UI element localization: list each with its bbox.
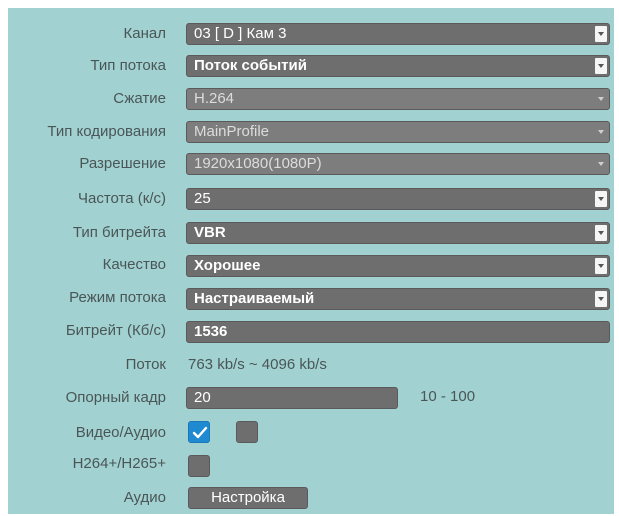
quality-select[interactable]: Хорошее (186, 255, 610, 277)
chevron-down-icon (595, 258, 607, 274)
frame-rate-value: 25 (194, 190, 211, 207)
channel-select[interactable]: 03 [ D ] Кам 3 (186, 23, 610, 45)
compression-label: Сжатие (113, 90, 166, 107)
bitrate-type-label: Тип битрейта (72, 224, 166, 241)
chevron-down-icon (595, 291, 607, 307)
compression-value: H.264 (194, 90, 235, 107)
chevron-down-icon (595, 225, 607, 241)
resolution-value: 1920x1080(1080P) (194, 155, 322, 172)
audio-settings-button[interactable]: Настройка (188, 487, 308, 509)
video-audio-label: Видео/Аудио (75, 424, 166, 441)
encoding-type-label: Тип кодирования (47, 123, 166, 140)
chevron-down-icon (595, 26, 607, 42)
stream-type-value: Поток событий (194, 57, 307, 74)
h264plus-label: H264+/H265+ (72, 455, 166, 472)
key-frame-label: Опорный кадр (65, 389, 166, 406)
h264plus-checkbox[interactable] (188, 455, 210, 477)
video-checkbox[interactable] (188, 421, 210, 443)
frame-rate-select[interactable]: 25 (186, 188, 610, 210)
stream-mode-select[interactable]: Настраиваемый (186, 288, 610, 310)
stream-label: Поток (125, 356, 166, 373)
chevron-down-icon (595, 156, 607, 172)
bitrate-value: 1536 (194, 323, 228, 340)
stream-range-text: 763 kb/s ~ 4096 kb/s (188, 356, 327, 373)
channel-label: Канал (123, 25, 166, 42)
resolution-label: Разрешение (79, 155, 166, 172)
stream-type-label: Тип потока (90, 57, 166, 74)
bitrate-type-value: VBR (194, 224, 226, 241)
chevron-down-icon (595, 58, 607, 74)
chevron-down-icon (595, 124, 607, 140)
encoding-type-select[interactable]: MainProfile (186, 121, 610, 143)
bitrate-type-select[interactable]: VBR (186, 222, 610, 244)
key-frame-range: 10 - 100 (420, 388, 476, 405)
encoding-type-value: MainProfile (194, 123, 270, 140)
compression-select[interactable]: H.264 (186, 88, 610, 110)
stream-type-select[interactable]: Поток событий (186, 55, 610, 77)
frame-rate-label: Частота (к/с) (78, 190, 166, 207)
quality-value: Хорошее (194, 257, 261, 274)
quality-label: Качество (102, 256, 166, 273)
audio-label: Аудио (123, 489, 166, 506)
stream-mode-value: Настраиваемый (194, 290, 315, 307)
bitrate-input[interactable]: 1536 (186, 321, 610, 343)
bitrate-label: Битрейт (Кб/с) (65, 322, 166, 339)
key-frame-value: 20 (194, 389, 211, 406)
key-frame-input[interactable]: 20 (186, 387, 398, 409)
channel-value: 03 [ D ] Кам 3 (194, 25, 287, 42)
audio-checkbox[interactable] (236, 421, 258, 443)
stream-mode-label: Режим потока (69, 289, 166, 306)
chevron-down-icon (595, 91, 607, 107)
chevron-down-icon (595, 191, 607, 207)
resolution-select[interactable]: 1920x1080(1080P) (186, 153, 610, 175)
checkmark-icon (192, 426, 208, 439)
